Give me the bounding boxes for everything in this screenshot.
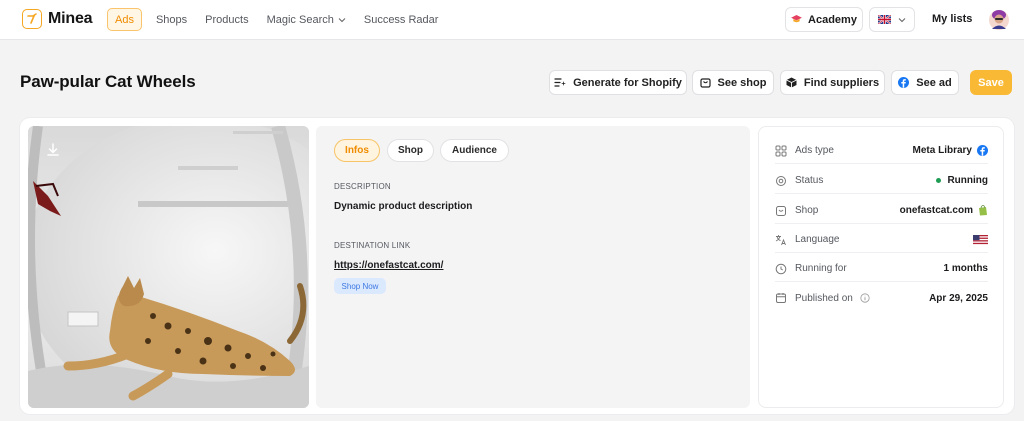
download-icon[interactable]	[44, 141, 62, 159]
shopping-bag-icon	[699, 78, 711, 88]
chevron-down-icon	[338, 14, 346, 26]
description-label: DESCRIPTION	[334, 182, 391, 191]
see-ad-label: See ad	[916, 76, 952, 89]
status-value: Running	[947, 175, 988, 186]
destination-link-label: DESTINATION LINK	[334, 241, 411, 250]
see-shop-button[interactable]: See shop	[692, 70, 774, 95]
tab-audience[interactable]: Audience	[440, 139, 509, 162]
ads-type-value: Meta Library	[912, 145, 972, 156]
status-dot-icon	[936, 178, 942, 183]
nav-item-products[interactable]: Products	[197, 8, 256, 31]
detail-row-shop: Shop onefastcat.com	[775, 198, 988, 224]
tab-infos[interactable]: Infos	[334, 139, 380, 162]
detail-key: Running for	[795, 263, 847, 274]
detail-key: Status	[795, 175, 824, 186]
detail-row-status: Status Running	[775, 168, 988, 194]
detail-row-running-for: Running for 1 months	[775, 256, 988, 282]
detail-key: Published on	[795, 293, 929, 304]
detail-key: Shop	[795, 205, 819, 216]
translate-icon	[775, 234, 786, 245]
facebook-icon	[977, 145, 988, 156]
generate-for-shopify-button[interactable]: Generate for Shopify	[549, 70, 687, 95]
academy-button[interactable]: Academy	[785, 7, 863, 32]
generate-for-shopify-label: Generate for Shopify	[573, 76, 682, 89]
detail-value: Meta Library	[913, 145, 988, 156]
nav-item-magic-search-label: Magic Search	[266, 13, 334, 26]
chevron-down-icon	[898, 17, 906, 22]
minea-logo[interactable]: Minea	[22, 9, 93, 29]
detail-row-ads-type: Ads type Meta Library	[775, 138, 988, 164]
info-icon[interactable]	[860, 293, 870, 303]
bag-icon	[776, 205, 786, 216]
see-shop-label: See shop	[717, 76, 767, 89]
page-title: Paw-pular Cat Wheels	[20, 72, 196, 91]
detail-row-published-on: Published on Apr 29, 2025	[775, 285, 988, 311]
avatar[interactable]	[988, 7, 1010, 31]
published-on-value: Apr 29, 2025	[929, 292, 988, 304]
uk-flag-icon	[878, 15, 891, 24]
detail-key: Ads type	[795, 145, 834, 156]
us-flag-icon	[973, 234, 988, 245]
nav-item-magic-search[interactable]: Magic Search	[259, 8, 354, 31]
running-for-value: 1 months	[943, 263, 988, 274]
nav-item-shops[interactable]: Shops	[148, 8, 195, 31]
nav-item-ads[interactable]: Ads	[107, 8, 142, 31]
language-selector[interactable]	[869, 7, 915, 32]
shopify-icon	[979, 205, 987, 216]
gear-icon	[776, 175, 786, 186]
top-navigation-bar: Minea Ads Shops Products Magic Search Su…	[0, 0, 1024, 40]
app-name: Minea	[48, 10, 93, 27]
grid-icon	[775, 145, 787, 156]
tab-shop[interactable]: Shop	[387, 139, 434, 162]
destination-link[interactable]: https://onefastcat.com/	[334, 260, 443, 271]
detail-value	[973, 234, 988, 245]
cta-badge: Shop Now	[334, 278, 386, 294]
my-lists-link[interactable]: My lists	[932, 13, 972, 25]
facebook-icon	[898, 77, 910, 88]
detail-key: Language	[795, 234, 840, 245]
detail-row-language: Language	[775, 227, 988, 253]
academy-label: Academy	[808, 13, 857, 26]
graduation-cap-icon	[791, 15, 802, 23]
find-suppliers-button[interactable]: Find suppliers	[780, 70, 885, 95]
main-nav: Ads Shops Products Magic Search Success …	[107, 8, 448, 31]
sparkle-list-icon	[554, 78, 567, 87]
ad-video-preview[interactable]	[28, 126, 309, 408]
published-on-label: Published on	[795, 292, 853, 304]
status-badge: Running	[936, 175, 988, 186]
see-ad-button[interactable]: See ad	[891, 70, 959, 95]
nav-item-success-radar[interactable]: Success Radar	[356, 8, 447, 31]
description-text: Dynamic product description	[334, 201, 473, 212]
detail-value: onefastcat.com	[900, 205, 988, 216]
find-suppliers-label: Find suppliers	[803, 76, 880, 89]
calendar-icon	[776, 293, 786, 303]
box-icon	[786, 77, 797, 88]
clock-icon	[775, 263, 787, 274]
save-button[interactable]: Save	[970, 70, 1012, 95]
minea-logo-icon	[22, 9, 42, 29]
shop-domain-value[interactable]: onefastcat.com	[900, 205, 973, 216]
